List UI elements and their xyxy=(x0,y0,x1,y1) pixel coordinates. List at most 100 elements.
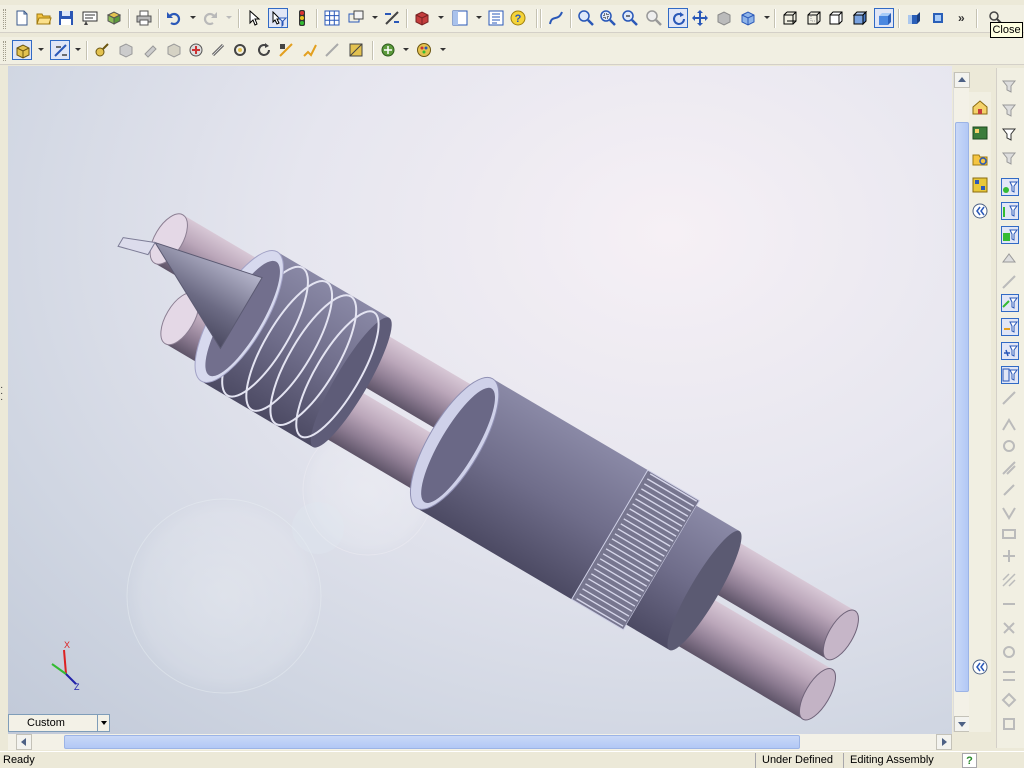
measure-icon[interactable] xyxy=(382,8,402,28)
panel-layout-icon[interactable] xyxy=(450,8,470,28)
view-palette-icon[interactable] xyxy=(971,176,989,194)
filter-dimensions-icon[interactable] xyxy=(1001,318,1019,336)
toolbar-grip[interactable] xyxy=(3,9,6,29)
curve-icon[interactable] xyxy=(546,8,566,28)
hidden-lines-removed-icon[interactable] xyxy=(826,8,846,28)
grid-icon[interactable] xyxy=(322,8,342,28)
component-dropdown-icon[interactable] xyxy=(438,16,444,19)
filter-annotations-icon[interactable] xyxy=(1001,390,1019,408)
graphics-area[interactable]: X Z Custom xyxy=(8,66,952,734)
view-orientation-dropdown-icon[interactable] xyxy=(764,16,770,19)
scroll-left-button[interactable] xyxy=(16,734,32,750)
filter-clear-icon[interactable] xyxy=(1001,126,1019,144)
filter-dowel-icon[interactable] xyxy=(1001,644,1019,662)
hole-series-icon[interactable] xyxy=(276,40,296,60)
filter-pointer-icon[interactable] xyxy=(1001,102,1019,120)
display-state-dropdown[interactable]: Custom xyxy=(8,714,110,732)
filter-center-mark-icon[interactable] xyxy=(1001,548,1019,566)
view-sketch-dropdown-icon[interactable] xyxy=(372,16,378,19)
file-explorer-icon[interactable] xyxy=(971,150,989,168)
make-assembly-icon[interactable] xyxy=(104,8,124,28)
shaded-icon[interactable] xyxy=(874,8,894,28)
undo-dropdown-icon[interactable] xyxy=(190,16,196,19)
quick-tips-help-icon[interactable]: ? xyxy=(962,753,977,768)
select-arrow-icon[interactable] xyxy=(244,8,264,28)
vertical-scroll-thumb[interactable] xyxy=(955,122,969,692)
filter-sketch-segments-icon[interactable] xyxy=(1001,366,1019,384)
filter-notes-icon[interactable] xyxy=(1001,416,1019,434)
assembly-features-icon[interactable] xyxy=(230,40,250,60)
mate-icon[interactable] xyxy=(50,40,70,60)
filter-surface-finish-icon[interactable] xyxy=(1001,504,1019,522)
view-sketch-icon[interactable] xyxy=(346,8,366,28)
perspective-icon[interactable] xyxy=(928,8,948,28)
move-component-icon[interactable] xyxy=(116,40,136,60)
hidden-lines-visible-icon[interactable] xyxy=(804,8,824,28)
scroll-right-button[interactable] xyxy=(936,734,952,750)
rotate-component-icon[interactable] xyxy=(140,40,160,60)
appearance-dropdown-icon[interactable] xyxy=(440,48,446,51)
reference-geometry-dropdown-icon[interactable] xyxy=(403,48,409,51)
rotate-view-icon[interactable] xyxy=(668,8,688,28)
appearance-icon[interactable] xyxy=(414,40,434,60)
new-document-icon[interactable] xyxy=(12,8,32,28)
design-library-icon[interactable] xyxy=(971,124,989,142)
redo-dropdown-icon[interactable] xyxy=(226,16,232,19)
filter-planes-icon[interactable] xyxy=(1001,294,1019,312)
sketch-icon[interactable] xyxy=(300,40,320,60)
scroll-down-button[interactable] xyxy=(954,716,970,732)
exploded-line-icon[interactable] xyxy=(322,40,342,60)
pan-icon[interactable] xyxy=(690,8,710,28)
horizontal-scrollbar[interactable] xyxy=(8,734,952,750)
assembly-sketch-icon[interactable] xyxy=(346,40,366,60)
filter-points-icon[interactable] xyxy=(1001,342,1019,360)
filter-hatch-icon[interactable] xyxy=(1001,572,1019,590)
collapse-task-pane-icon[interactable] xyxy=(971,202,989,220)
properties-list-icon[interactable] xyxy=(486,8,506,28)
filter-toggle-icon[interactable] xyxy=(1001,78,1019,96)
component-icon[interactable] xyxy=(412,8,432,28)
filter-more-icon[interactable] xyxy=(1001,716,1019,734)
filter-cosmetic-thread-icon[interactable] xyxy=(1001,620,1019,638)
wireframe-icon[interactable] xyxy=(780,8,800,28)
insert-component-dropdown-icon[interactable] xyxy=(38,48,44,51)
reference-geometry-icon[interactable] xyxy=(378,40,398,60)
filter-axes-icon[interactable] xyxy=(1001,274,1019,292)
filter-balloons-icon[interactable] xyxy=(1001,438,1019,456)
print-icon[interactable] xyxy=(134,8,154,28)
previous-view-icon[interactable] xyxy=(714,8,734,28)
filter-weld-icon[interactable] xyxy=(1001,460,1019,478)
mate-dropdown-icon[interactable] xyxy=(75,48,81,51)
more-tools-chevron-icon[interactable]: » xyxy=(958,11,965,25)
save-icon[interactable] xyxy=(56,8,76,28)
interference-icon[interactable] xyxy=(186,40,206,60)
explode-icon[interactable] xyxy=(164,40,184,60)
zoom-to-fit-icon[interactable] xyxy=(576,8,596,28)
toolbar-grip[interactable] xyxy=(3,41,6,61)
filter-select-all-icon[interactable] xyxy=(1001,150,1019,168)
expand-pane-icon[interactable] xyxy=(971,658,989,676)
scroll-up-button[interactable] xyxy=(954,72,970,88)
filter-edges-icon[interactable] xyxy=(1001,202,1019,220)
show-hidden-icon[interactable] xyxy=(208,40,228,60)
redo-icon[interactable] xyxy=(200,8,220,28)
zoom-in-out-icon[interactable] xyxy=(620,8,640,28)
toolbox-icon[interactable] xyxy=(254,40,274,60)
select-filter-icon[interactable] xyxy=(268,8,288,28)
assembly-model[interactable] xyxy=(8,66,952,734)
filter-routing-icon[interactable] xyxy=(1001,596,1019,614)
rebuild-traffic-light-icon[interactable] xyxy=(292,8,312,28)
vertical-scrollbar[interactable] xyxy=(953,72,970,732)
open-icon[interactable] xyxy=(34,8,54,28)
view-orientation-icon[interactable] xyxy=(738,8,758,28)
filter-connection-icon[interactable] xyxy=(1001,668,1019,686)
insert-component-icon[interactable] xyxy=(12,40,32,60)
filter-faces-icon[interactable] xyxy=(1001,226,1019,244)
horizontal-scroll-thumb[interactable] xyxy=(64,735,800,749)
zoom-area-icon[interactable] xyxy=(598,8,618,28)
help-icon[interactable]: ? xyxy=(508,8,528,28)
filter-tolerance-icon[interactable] xyxy=(1001,526,1019,544)
shaded-with-edges-icon[interactable] xyxy=(850,8,870,28)
smart-fasteners-icon[interactable] xyxy=(92,40,112,60)
feature-tree-expand-handle[interactable]: · · · xyxy=(0,383,8,409)
